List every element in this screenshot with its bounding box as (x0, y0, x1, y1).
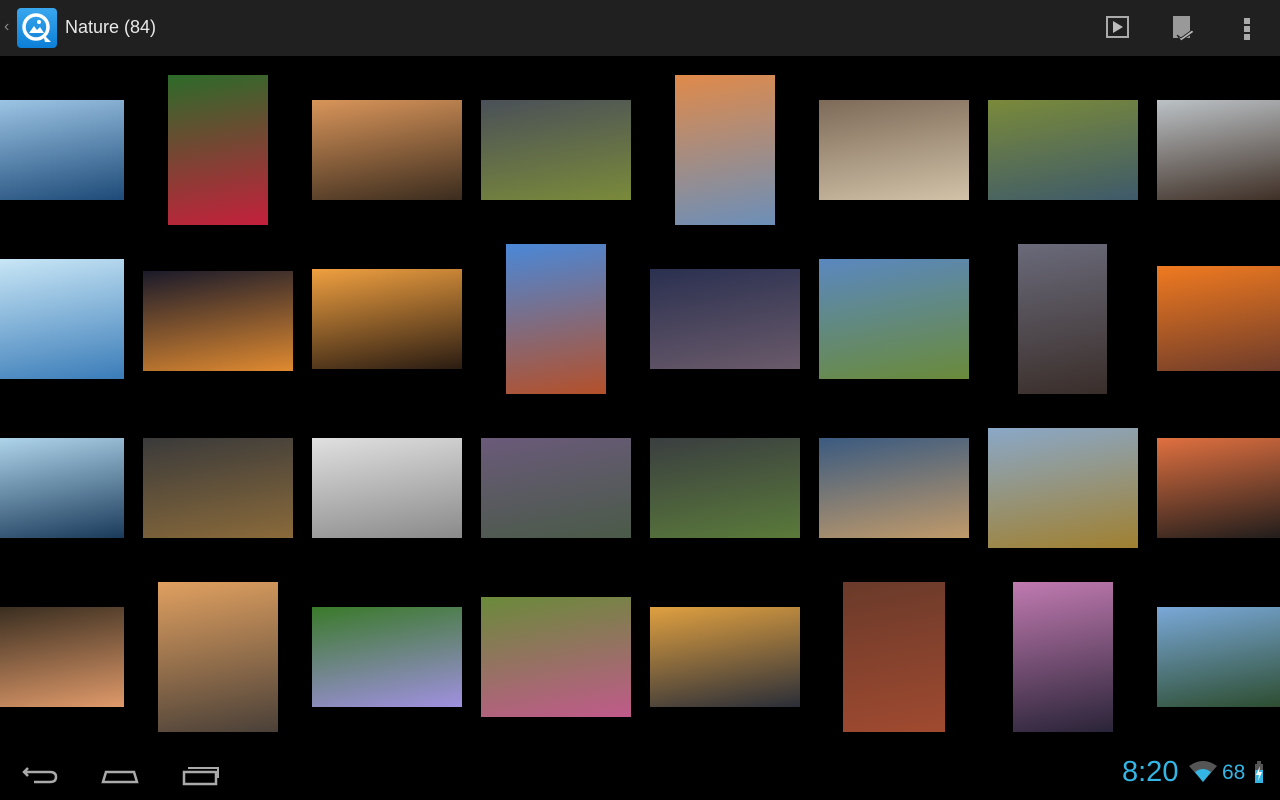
overflow-menu-button[interactable] (1227, 8, 1267, 48)
photo-thumbnail[interactable] (506, 244, 606, 394)
photo-thumbnail[interactable] (0, 607, 124, 707)
photo-thumbnail[interactable] (158, 582, 278, 732)
photo-thumbnail[interactable] (0, 100, 124, 200)
photo-thumbnail[interactable] (0, 259, 124, 379)
more-vert-icon (1244, 18, 1250, 40)
system-nav-bar (0, 748, 1280, 800)
back-button[interactable] (10, 758, 70, 790)
photo-thumbnail[interactable] (988, 100, 1138, 200)
battery-percent: 68 (1222, 761, 1246, 784)
gallery-app-icon[interactable] (17, 8, 57, 48)
photo-thumbnail[interactable] (675, 75, 775, 225)
photo-thumbnail[interactable] (481, 438, 631, 538)
recents-icon (182, 767, 219, 786)
photo-thumbnail[interactable] (312, 269, 462, 369)
photo-thumbnail[interactable] (143, 271, 293, 371)
select-check-icon (1173, 16, 1195, 42)
photo-thumbnail[interactable] (819, 438, 969, 538)
photo-thumbnail[interactable] (650, 607, 800, 707)
photo-grid (0, 56, 1280, 748)
back-caret-icon[interactable]: ‹ (4, 18, 9, 36)
photo-thumbnail[interactable] (481, 100, 631, 200)
photo-thumbnail[interactable] (0, 438, 124, 538)
album-title: Nature (84) (65, 17, 157, 37)
photo-thumbnail[interactable] (843, 582, 945, 732)
action-bar: ‹ Nature (84) (0, 0, 1280, 56)
photo-thumbnail[interactable] (1157, 100, 1280, 200)
photo-thumbnail[interactable] (819, 259, 969, 379)
photo-thumbnail[interactable] (819, 100, 969, 200)
photo-thumbnail[interactable] (1013, 582, 1113, 732)
photo-thumbnail[interactable] (143, 438, 293, 538)
home-button[interactable] (90, 758, 150, 790)
photo-thumbnail[interactable] (168, 75, 268, 225)
play-icon (1106, 16, 1129, 38)
photo-thumbnail[interactable] (312, 100, 462, 200)
photo-thumbnail[interactable] (1018, 244, 1107, 394)
back-icon (22, 767, 58, 784)
photo-thumbnail[interactable] (481, 597, 631, 717)
select-button[interactable] (1164, 8, 1204, 48)
photo-thumbnail[interactable] (650, 438, 800, 538)
photo-thumbnail[interactable] (988, 428, 1138, 548)
photo-thumbnail[interactable] (1157, 438, 1280, 538)
photo-thumbnail[interactable] (1157, 266, 1280, 371)
photo-thumbnail[interactable] (312, 438, 462, 538)
wifi-icon (1189, 761, 1217, 782)
status-clock: 8:20 (1122, 756, 1179, 788)
photo-thumbnail[interactable] (650, 269, 800, 369)
photo-thumbnail[interactable] (312, 607, 462, 707)
slideshow-button[interactable] (1098, 8, 1138, 48)
battery-charging-icon (1255, 761, 1263, 783)
recents-button[interactable] (170, 758, 230, 790)
photo-thumbnail[interactable] (1157, 607, 1280, 707)
home-icon (101, 770, 139, 784)
